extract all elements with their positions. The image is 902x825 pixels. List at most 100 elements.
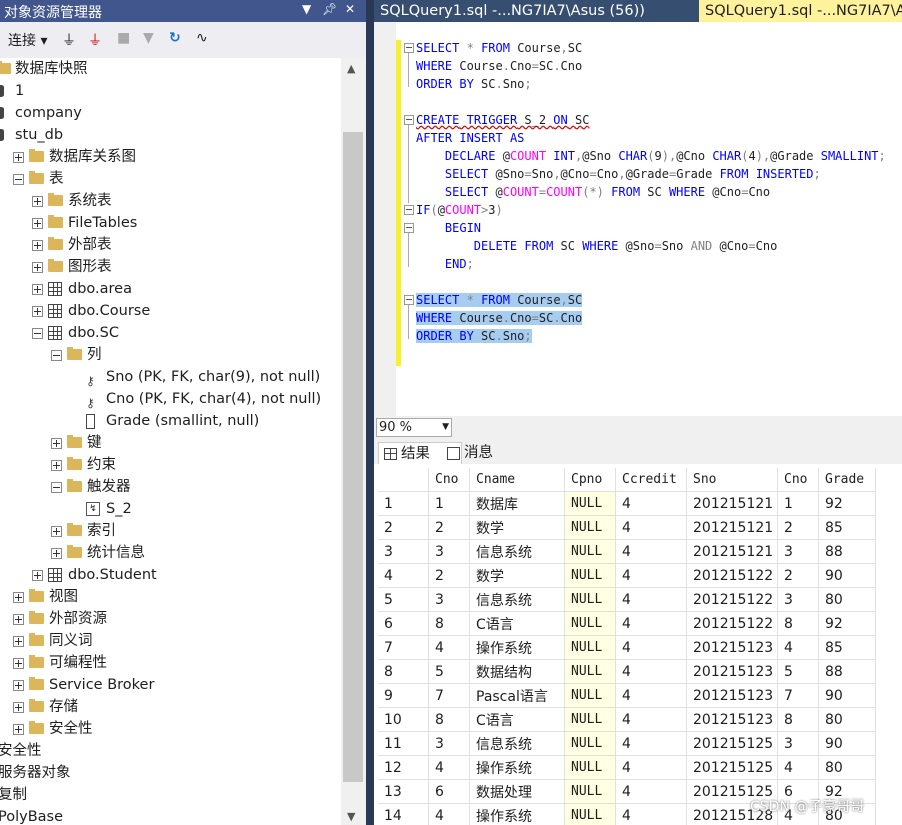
- table-cell[interactable]: 4: [615, 515, 687, 540]
- row-number[interactable]: 4: [378, 563, 429, 588]
- table-cell[interactable]: NULL: [564, 779, 616, 804]
- filter-icon[interactable]: ▼: [143, 30, 154, 46]
- table-cell[interactable]: NULL: [564, 491, 616, 516]
- column-header[interactable]: Ccredit: [615, 468, 687, 492]
- table-cell[interactable]: 2: [428, 563, 470, 588]
- table-cell[interactable]: 7: [777, 683, 819, 708]
- table-cell[interactable]: 信息系统: [469, 539, 565, 564]
- table-cell[interactable]: 80: [818, 707, 876, 732]
- row-number[interactable]: 12: [378, 755, 429, 780]
- table-cell[interactable]: 4: [615, 731, 687, 756]
- expand-icon[interactable]: [32, 218, 43, 229]
- results-grid[interactable]: Cno Cname Cpno Ccredit Sno Cno Grade 1 1 数据库 NULL…: [374, 464, 902, 825]
- table-cell[interactable]: 数学: [469, 563, 565, 588]
- refresh-icon[interactable]: ↻: [169, 30, 181, 46]
- table-cell[interactable]: 2: [428, 515, 470, 540]
- table-cell[interactable]: 4: [615, 635, 687, 660]
- table-row[interactable]: 2 2 数学 NULL 4 201215121 2 85: [378, 515, 876, 540]
- table-cell[interactable]: 4: [615, 659, 687, 684]
- table-row[interactable]: 5 3 信息系统 NULL 4 201215122 3 80: [378, 587, 876, 612]
- row-number[interactable]: 10: [378, 707, 429, 732]
- table-cell[interactable]: C语言: [469, 707, 565, 732]
- table-cell[interactable]: 88: [818, 539, 876, 564]
- table-cell[interactable]: 201215121: [686, 515, 778, 540]
- expand-icon[interactable]: [13, 724, 24, 735]
- column-header[interactable]: Sno: [686, 468, 778, 492]
- fold-toggle-icon[interactable]: [404, 115, 414, 125]
- table-cell[interactable]: 数据库: [469, 491, 565, 516]
- table-cell[interactable]: 90: [818, 563, 876, 588]
- expand-icon[interactable]: [32, 196, 43, 207]
- table-cell[interactable]: 数据处理: [469, 779, 565, 804]
- expand-icon[interactable]: [13, 702, 24, 713]
- expand-icon[interactable]: [13, 680, 24, 691]
- scroll-down-icon[interactable]: ▼: [347, 810, 355, 823]
- table-cell[interactable]: NULL: [564, 539, 616, 564]
- table-cell[interactable]: NULL: [564, 683, 616, 708]
- row-number[interactable]: 5: [378, 587, 429, 612]
- table-cell[interactable]: 92: [818, 491, 876, 516]
- table-cell[interactable]: NULL: [564, 515, 616, 540]
- connect-button[interactable]: 连接 ▾: [8, 30, 47, 50]
- expand-icon[interactable]: [51, 460, 62, 471]
- object-explorer-scrollbar[interactable]: ▲ ▼: [341, 58, 366, 825]
- table-row[interactable]: 8 5 数据结构 NULL 4 201215123 5 88: [378, 659, 876, 684]
- scrollbar-thumb[interactable]: [343, 132, 363, 782]
- row-number[interactable]: 9: [378, 683, 429, 708]
- table-cell[interactable]: 4: [777, 755, 819, 780]
- expand-icon[interactable]: [13, 614, 24, 625]
- expand-icon[interactable]: [13, 592, 24, 603]
- table-cell[interactable]: 操作系统: [469, 635, 565, 660]
- table-cell[interactable]: 4: [615, 803, 687, 825]
- row-number[interactable]: 8: [378, 659, 429, 684]
- column-header[interactable]: Cname: [469, 468, 565, 492]
- table-cell[interactable]: 4: [777, 635, 819, 660]
- table-cell[interactable]: 3: [428, 539, 470, 564]
- table-cell[interactable]: 4: [428, 803, 470, 825]
- table-cell[interactable]: Pascal语言: [469, 683, 565, 708]
- table-row[interactable]: 10 8 C语言 NULL 4 201215123 8 80: [378, 707, 876, 732]
- table-cell[interactable]: 3: [428, 731, 470, 756]
- table-cell[interactable]: 4: [615, 779, 687, 804]
- table-cell[interactable]: 3: [777, 731, 819, 756]
- column-header[interactable]: [378, 468, 429, 492]
- table-cell[interactable]: 2: [777, 515, 819, 540]
- column-header[interactable]: Grade: [818, 468, 876, 492]
- table-cell[interactable]: 90: [818, 731, 876, 756]
- table-cell[interactable]: NULL: [564, 635, 616, 660]
- collapse-icon[interactable]: [13, 174, 24, 185]
- table-row[interactable]: 4 2 数学 NULL 4 201215122 2 90: [378, 563, 876, 588]
- expand-icon[interactable]: [13, 658, 24, 669]
- table-cell[interactable]: 4: [615, 587, 687, 612]
- dropdown-icon[interactable]: ▼: [302, 2, 311, 16]
- table-cell[interactable]: 201215125: [686, 755, 778, 780]
- column-header[interactable]: Cno: [777, 468, 819, 492]
- row-number[interactable]: 3: [378, 539, 429, 564]
- table-cell[interactable]: 3: [777, 539, 819, 564]
- row-number[interactable]: 1: [378, 491, 429, 516]
- table-cell[interactable]: 80: [818, 587, 876, 612]
- collapse-icon[interactable]: [51, 482, 62, 493]
- expand-icon[interactable]: [51, 438, 62, 449]
- table-row[interactable]: 1 1 数据库 NULL 4 201215121 1 92: [378, 491, 876, 516]
- table-cell[interactable]: 3: [777, 587, 819, 612]
- tab-query-1[interactable]: SQLQuery1.sql -...NG7IA7\Asus (56)): [374, 0, 703, 22]
- table-cell[interactable]: 4: [615, 707, 687, 732]
- row-number[interactable]: 14: [378, 803, 429, 825]
- table-cell[interactable]: 88: [818, 659, 876, 684]
- table-cell[interactable]: 4: [428, 755, 470, 780]
- table-cell[interactable]: 5: [777, 659, 819, 684]
- collapse-icon[interactable]: [32, 328, 43, 339]
- connect-plug-icon[interactable]: ⏚: [62, 30, 76, 50]
- row-number[interactable]: 11: [378, 731, 429, 756]
- table-cell[interactable]: 7: [428, 683, 470, 708]
- table-cell[interactable]: 201215122: [686, 611, 778, 636]
- zoom-select[interactable]: 90 % ▼: [376, 418, 452, 437]
- disconnect-icon[interactable]: ⏚: [88, 30, 102, 50]
- expand-icon[interactable]: [32, 306, 43, 317]
- scroll-up-icon[interactable]: ▲: [347, 62, 355, 75]
- table-cell[interactable]: 数学: [469, 515, 565, 540]
- table-cell[interactable]: 201215122: [686, 563, 778, 588]
- tab-messages[interactable]: 消息: [442, 442, 524, 464]
- expand-icon[interactable]: [13, 636, 24, 647]
